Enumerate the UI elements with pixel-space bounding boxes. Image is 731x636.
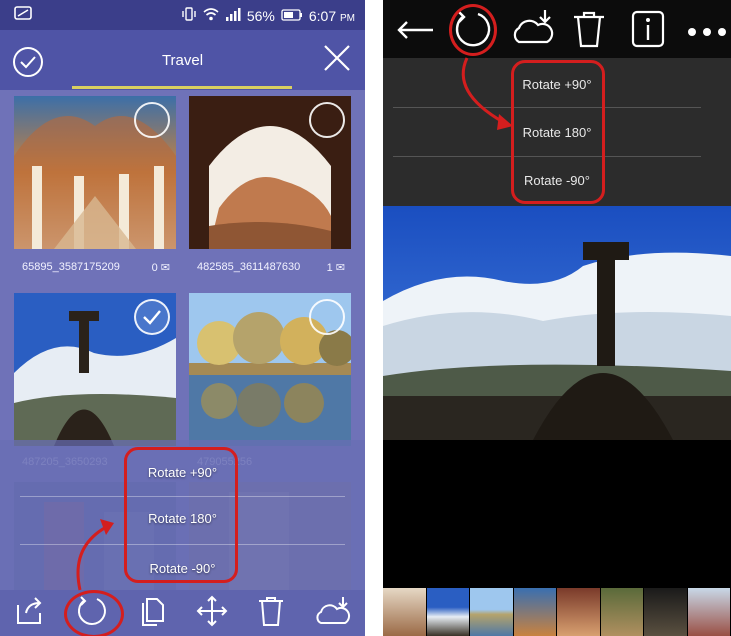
clock: 6:07 PM	[308, 7, 355, 24]
trash-icon[interactable]	[256, 595, 286, 632]
thumbnail[interactable]	[600, 588, 644, 636]
main-photo[interactable]	[383, 206, 731, 440]
thumbnail[interactable]	[557, 588, 601, 636]
status-bar: 56% 6:07 PM	[0, 0, 365, 30]
copy-icon[interactable]	[137, 595, 167, 632]
photo-caption: 482585_3611487630 1 ✉	[197, 261, 345, 274]
cloud-download-icon[interactable]	[315, 595, 351, 632]
highlight-circle-annotation	[449, 4, 497, 56]
album-app-bar: Travel	[0, 30, 365, 90]
close-icon[interactable]	[321, 42, 353, 79]
share-icon[interactable]	[14, 595, 46, 632]
photo-tile-mosque[interactable]	[14, 96, 176, 249]
photo-tile-lake[interactable]	[189, 293, 351, 446]
select-circle[interactable]	[309, 299, 345, 335]
cloud-download-icon[interactable]	[511, 8, 555, 53]
wifi-icon	[203, 7, 219, 24]
album-title: Travel	[161, 52, 204, 69]
title-underline	[72, 86, 292, 89]
thumbnail[interactable]	[426, 588, 470, 636]
more-icon[interactable]	[687, 24, 727, 42]
thumbnail[interactable]	[383, 588, 427, 636]
select-circle[interactable]	[134, 102, 170, 138]
select-circle-checked[interactable]	[134, 299, 170, 335]
highlight-box-annotation	[124, 447, 238, 583]
viewer-toolbar	[383, 0, 731, 58]
signal-icon	[225, 7, 241, 24]
photo-viewer-screen: Rotate +90° Rotate 180° Rotate -90°	[383, 0, 731, 636]
gallery-screen: 56% 6:07 PM Travel 65895_3587175209 0 ✉ …	[0, 0, 365, 636]
bottom-toolbar	[0, 590, 365, 636]
notification-icon	[14, 6, 32, 23]
back-arrow-icon[interactable]	[395, 18, 435, 47]
info-icon[interactable]	[631, 10, 665, 53]
screenshot-root: 56% 6:07 PM Travel 65895_3587175209 0 ✉ …	[0, 0, 731, 636]
select-circle[interactable]	[309, 102, 345, 138]
thumbnail[interactable]	[470, 588, 514, 636]
photo-caption: 65895_3587175209 0 ✉	[22, 261, 170, 274]
highlight-circle-annotation	[64, 590, 124, 636]
thumbnail[interactable]	[644, 588, 688, 636]
move-icon[interactable]	[196, 595, 228, 632]
battery-icon	[281, 8, 303, 24]
thumbnail[interactable]	[687, 588, 731, 636]
thumbnail[interactable]	[513, 588, 557, 636]
highlight-box-annotation	[511, 60, 605, 204]
battery-percent: 56%	[246, 7, 275, 24]
photo-tile-snow-statue[interactable]	[14, 293, 176, 446]
photo-tile-desert[interactable]	[189, 96, 351, 249]
annotation-arrow	[461, 57, 513, 130]
annotation-arrow	[76, 519, 114, 591]
thumbnail-strip	[383, 588, 731, 636]
trash-icon[interactable]	[571, 10, 607, 53]
vibrate-icon	[181, 7, 197, 24]
